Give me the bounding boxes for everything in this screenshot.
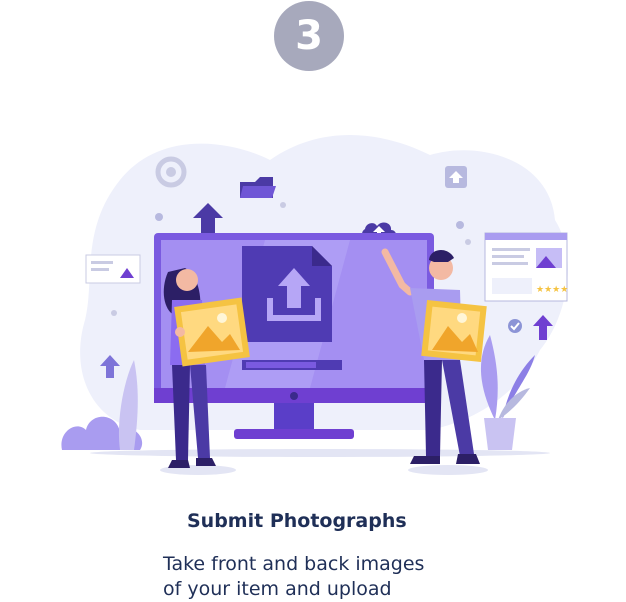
svg-text:★★★★: ★★★★	[536, 285, 568, 295]
step-description-line-2: of your item and upload	[163, 578, 392, 600]
stars-rating-icon: ★★★★	[484, 232, 568, 302]
step-number: 3	[295, 13, 323, 59]
step-number-badge: 3	[274, 1, 344, 71]
step-description-line-1: Take front and back images	[163, 553, 425, 575]
check-icon	[508, 319, 522, 333]
step-description: Take front and back images of your item …	[163, 552, 424, 602]
step-title: Submit Photographs	[187, 510, 407, 532]
photo-card-icon	[85, 254, 141, 284]
submit-photographs-illustration: ★★★★	[61, 135, 568, 475]
upload-square-icon	[445, 166, 467, 188]
